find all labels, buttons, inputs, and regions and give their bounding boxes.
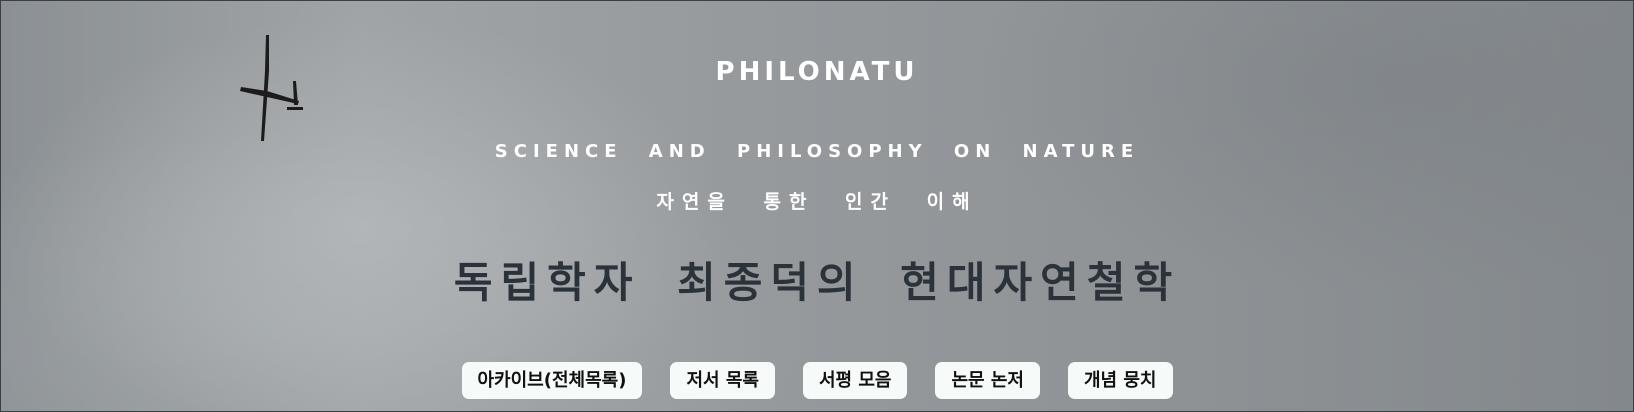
page-headline: 독립학자 최종덕의 현대자연철학	[453, 258, 1181, 307]
nav-concepts-button[interactable]: 개념 뭉치	[1067, 362, 1173, 399]
site-subtitle-korean: 자연을 통한 인간 이해	[656, 191, 978, 213]
nav-books-button[interactable]: 저서 목록	[670, 362, 775, 399]
main-nav: 아카이브(전체목록) 저서 목록 서평 모음 논문 논저 개념 뭉치	[1, 362, 1633, 399]
site-title[interactable]: PHILONATU	[1, 57, 1633, 87]
glider-image	[240, 35, 303, 141]
nav-papers-button[interactable]: 논문 논저	[935, 362, 1040, 399]
nav-archive-button[interactable]: 아카이브(전체목록)	[461, 362, 643, 399]
hero-banner: PHILONATU SCIENCE AND PHILOSOPHY ON NATU…	[0, 0, 1634, 412]
nav-reviews-button[interactable]: 서평 모음	[802, 362, 908, 399]
site-subtitle-english: SCIENCE AND PHILOSOPHY ON NATURE	[494, 141, 1140, 162]
